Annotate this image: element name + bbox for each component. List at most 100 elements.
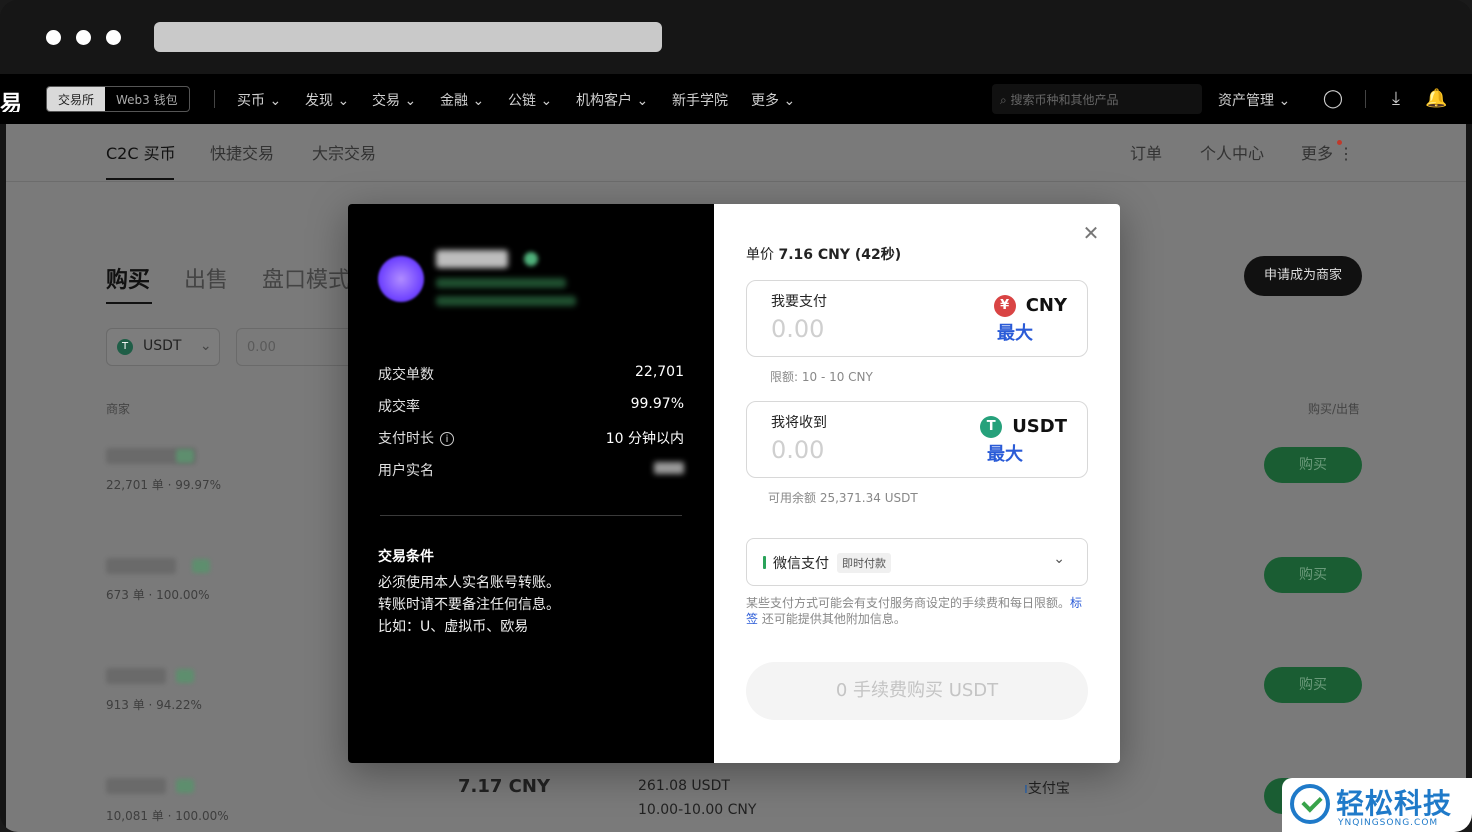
merchant-stats: 10,081 单 · 100.00% bbox=[106, 809, 229, 823]
nav-asset-management[interactable]: 资产管理 ⌄ bbox=[1218, 90, 1290, 110]
become-merchant-button[interactable]: 申请成为商家 bbox=[1244, 256, 1362, 296]
pay-amount-input[interactable]: 0.00 bbox=[771, 315, 824, 343]
verified-icon bbox=[524, 252, 538, 266]
address-bar[interactable] bbox=[154, 22, 662, 52]
merchant-info-panel: 成交单数 22,701 成交率 99.97% 支付时长 i 10 分钟以内 用户实… bbox=[348, 204, 714, 763]
merchant-name bbox=[106, 778, 166, 794]
payment-method-select[interactable]: 微信支付 即时付款 ⌄ bbox=[746, 538, 1088, 586]
column-action: 购买/出售 bbox=[1308, 402, 1361, 416]
merchant-tags bbox=[436, 278, 566, 288]
verified-icon bbox=[176, 449, 194, 463]
available-balance: 可用余额 25,371.34 USDT bbox=[768, 491, 918, 505]
nav-item-buy-crypto[interactable]: 买币 ⌄ bbox=[237, 90, 281, 110]
buy-button[interactable]: 购买 bbox=[1264, 447, 1362, 483]
cny-icon: ¥ bbox=[993, 295, 1016, 317]
profile-link[interactable]: 个人中心 bbox=[1200, 140, 1264, 164]
nav-item-trade[interactable]: 交易 ⌄ bbox=[372, 90, 416, 110]
tab-c2c-buy[interactable]: C2C 买币 bbox=[106, 140, 176, 164]
bell-icon[interactable]: 🔔 bbox=[1425, 88, 1447, 110]
verified-icon bbox=[176, 779, 194, 793]
available-amount: 261.08 USDT bbox=[638, 778, 730, 794]
unit-price: 单价 7.16 CNY (42秒) bbox=[746, 247, 902, 263]
merchant-tags bbox=[436, 296, 576, 306]
buy-button[interactable]: 购买 bbox=[1264, 557, 1362, 593]
merchant-name bbox=[106, 668, 166, 684]
browser-window: 易 交易所 Web3 钱包 买币 ⌄ 发现 ⌄ 交易 ⌄ 金融 ⌄ 公链 ⌄ 机… bbox=[0, 0, 1472, 832]
tab-quick-trade[interactable]: 快捷交易 bbox=[210, 140, 274, 164]
pay-limit: 限额: 10 - 10 CNY bbox=[770, 370, 873, 384]
max-pay-button[interactable]: 最大 bbox=[997, 319, 1033, 345]
nav-item-finance[interactable]: 金融 ⌄ bbox=[440, 90, 484, 110]
receive-amount-field[interactable]: 我将收到 0.00 T USDT 最大 bbox=[746, 401, 1088, 478]
pay-currency: ¥ CNY bbox=[993, 295, 1067, 317]
max-receive-button[interactable]: 最大 bbox=[987, 440, 1023, 466]
buy-tab-underline bbox=[106, 302, 152, 304]
c2c-subnav: C2C 买币 快捷交易 大宗交易 订单 个人中心 更多 ⋮ bbox=[6, 124, 1466, 182]
window-maximize-dot[interactable] bbox=[106, 30, 121, 45]
receive-amount-input[interactable]: 0.00 bbox=[771, 436, 824, 464]
checkmark-logo-icon bbox=[1290, 784, 1330, 824]
divider bbox=[380, 515, 682, 516]
search-icon: ⌕ bbox=[1000, 93, 1011, 107]
unit-price: 7.17 CNY bbox=[458, 776, 550, 797]
merchant-name bbox=[106, 558, 176, 574]
stat-completion-rate: 成交率 99.97% bbox=[378, 396, 684, 415]
search-input[interactable]: ⌕ 搜索币种和其他产品 bbox=[992, 84, 1202, 114]
buy-order-modal: 成交单数 22,701 成交率 99.97% 支付时长 i 10 分钟以内 用户实… bbox=[348, 204, 1120, 763]
order-limit: 10.00-10.00 CNY bbox=[638, 802, 757, 818]
more-link[interactable]: 更多 ⋮ bbox=[1301, 140, 1354, 164]
active-tab-underline bbox=[106, 178, 174, 180]
terms-line: 必须使用本人实名账号转账。 bbox=[378, 575, 560, 591]
usdt-icon: T bbox=[117, 339, 133, 355]
nav-divider bbox=[214, 90, 215, 108]
nav-divider bbox=[1365, 90, 1366, 108]
browser-titlebar bbox=[0, 0, 1472, 74]
tab-sell[interactable]: 出售 bbox=[184, 262, 228, 294]
terms-line: 比如：U、虚拟币、欧易 bbox=[378, 619, 529, 635]
order-form-panel: ✕ 单价 7.16 CNY (42秒) 我要支付 0.00 ¥ CNY 最大 限额… bbox=[714, 204, 1120, 763]
merchant-stats: 673 单 · 100.00% bbox=[106, 588, 210, 602]
instant-pay-tag: 即时付款 bbox=[837, 553, 891, 573]
nav-item-chain[interactable]: 公链 ⌄ bbox=[508, 90, 552, 110]
avatar bbox=[378, 256, 424, 302]
verified-icon bbox=[176, 669, 194, 683]
merchant-stats: 913 单 · 94.22% bbox=[106, 698, 202, 712]
exchange-wallet-switch[interactable]: 交易所 Web3 钱包 bbox=[46, 86, 190, 112]
nav-item-discover[interactable]: 发现 ⌄ bbox=[305, 90, 349, 110]
terms-title: 交易条件 bbox=[378, 549, 434, 565]
segment-exchange[interactable]: 交易所 bbox=[47, 87, 106, 111]
window-close-dot[interactable] bbox=[46, 30, 61, 45]
nav-item-academy[interactable]: 新手学院 bbox=[672, 90, 728, 110]
pay-amount-field[interactable]: 我要支付 0.00 ¥ CNY 最大 bbox=[746, 280, 1088, 357]
buy-submit-button[interactable]: 0 手续费购买 USDT bbox=[746, 662, 1088, 720]
amount-input[interactable]: 0.00 bbox=[236, 328, 356, 366]
top-navigation: 易 交易所 Web3 钱包 买币 ⌄ 发现 ⌄ 交易 ⌄ 金融 ⌄ 公链 ⌄ 机… bbox=[0, 74, 1472, 124]
nav-item-more[interactable]: 更多 ⌄ bbox=[751, 90, 795, 110]
segment-web3-wallet[interactable]: Web3 钱包 bbox=[105, 87, 189, 111]
nav-item-institution[interactable]: 机构客户 ⌄ bbox=[576, 90, 648, 110]
usdt-icon: T bbox=[980, 416, 1003, 438]
close-icon[interactable]: ✕ bbox=[1082, 223, 1100, 243]
info-icon[interactable]: i bbox=[440, 432, 454, 446]
window-minimize-dot[interactable] bbox=[76, 30, 91, 45]
orders-link[interactable]: 订单 bbox=[1130, 140, 1162, 164]
download-icon[interactable]: ⤓ bbox=[1385, 88, 1407, 110]
buy-button[interactable]: 购买 bbox=[1264, 667, 1362, 703]
chevron-down-icon: ⌄ bbox=[1053, 551, 1065, 567]
stat-real-name: 用户实名 bbox=[378, 460, 684, 480]
receive-currency: T USDT bbox=[980, 416, 1067, 438]
payment-note: 某些支付方式可能会有支付服务商设定的手续费和每日限额。标签 还可能提供其他附加信… bbox=[746, 596, 1083, 626]
user-icon[interactable]: ◯ bbox=[1322, 88, 1344, 110]
tab-buy[interactable]: 购买 bbox=[106, 262, 150, 294]
payment-method: ı支付宝 bbox=[1024, 781, 1070, 797]
merchant-name bbox=[436, 250, 508, 268]
coin-select[interactable]: T USDT ⌄ bbox=[106, 328, 220, 366]
chevron-down-icon: ⌄ bbox=[199, 338, 212, 354]
real-name-value bbox=[654, 462, 684, 474]
logo[interactable]: 易 bbox=[0, 86, 20, 112]
tab-orderbook-mode[interactable]: 盘口模式 bbox=[262, 262, 350, 294]
merchant-stats: 22,701 单 · 99.97% bbox=[106, 478, 222, 492]
tab-block-trade[interactable]: 大宗交易 bbox=[312, 140, 376, 164]
stat-payment-time: 支付时长 i 10 分钟以内 bbox=[378, 431, 684, 447]
notification-dot bbox=[1337, 140, 1342, 145]
